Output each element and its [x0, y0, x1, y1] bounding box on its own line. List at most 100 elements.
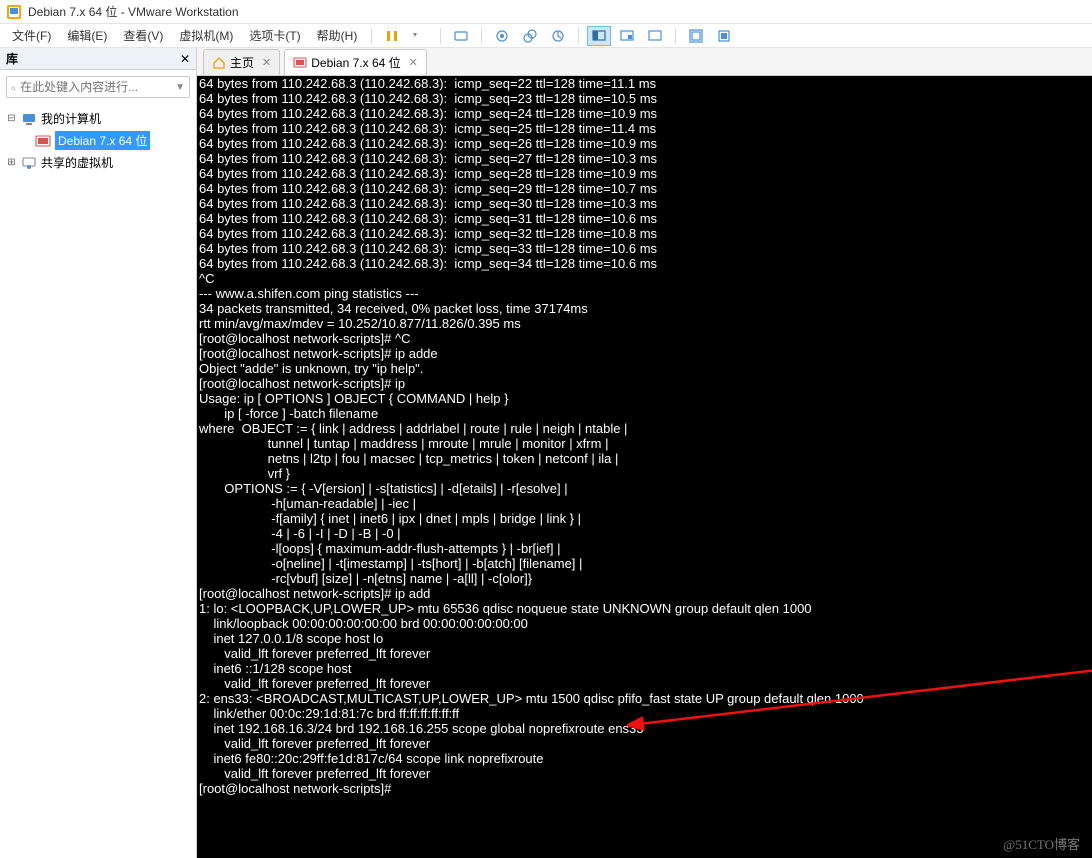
content: 主页 ✕ Debian 7.x 64 位 ✕ 64 bytes from 110…: [197, 48, 1092, 858]
separator: [371, 28, 372, 44]
menu-file[interactable]: 文件(F): [4, 25, 59, 46]
terminal-line: inet6 ::1/128 scope host: [199, 661, 1090, 676]
terminal-line: netns | l2tp | fou | macsec | tcp_metric…: [199, 451, 1090, 466]
menu-help[interactable]: 帮助(H): [309, 25, 366, 46]
vm-icon: [35, 133, 51, 149]
tree-node-debian[interactable]: Debian 7.x 64 位: [2, 129, 194, 152]
tab-close-button[interactable]: ✕: [409, 56, 418, 69]
terminal-line: valid_lft forever preferred_lft forever: [199, 646, 1090, 661]
sidebar: 库 ✕ ▼ ⊟ 我的计算机 Debian 7.x 64 位 ⊞ 共享的虚拟机: [0, 48, 197, 858]
terminal-line: 64 bytes from 110.242.68.3 (110.242.68.3…: [199, 91, 1090, 106]
menu-tabs[interactable]: 选项卡(T): [241, 25, 308, 46]
terminal-line: 64 bytes from 110.242.68.3 (110.242.68.3…: [199, 76, 1090, 91]
tab-label: 主页: [230, 54, 254, 71]
terminal-line: -o[neline] | -t[imestamp] | -ts[hort] | …: [199, 556, 1090, 571]
terminal-line: [root@localhost network-scripts]# ^C: [199, 331, 1090, 346]
terminal-line: [root@localhost network-scripts]#: [199, 781, 1090, 796]
play-dropdown[interactable]: [408, 26, 432, 46]
terminal-line: -l[oops] { maximum-addr-flush-attempts }…: [199, 541, 1090, 556]
expand-toggle[interactable]: ⊟: [6, 113, 17, 124]
sidebar-close-button[interactable]: ✕: [180, 52, 190, 66]
separator: [675, 28, 676, 44]
tab-home[interactable]: 主页 ✕: [203, 49, 280, 75]
unity-button[interactable]: [712, 26, 736, 46]
terminal-line: inet 127.0.0.1/8 scope host lo: [199, 631, 1090, 646]
terminal-line: 64 bytes from 110.242.68.3 (110.242.68.3…: [199, 211, 1090, 226]
sidebar-search[interactable]: ▼: [6, 76, 190, 98]
terminal-line: valid_lft forever preferred_lft forever: [199, 736, 1090, 751]
view-console-button[interactable]: [587, 26, 611, 46]
terminal-line: where OBJECT := { link | address | addrl…: [199, 421, 1090, 436]
terminal[interactable]: 64 bytes from 110.242.68.3 (110.242.68.3…: [197, 76, 1092, 858]
tab-label: Debian 7.x 64 位: [311, 54, 400, 71]
app-icon: [6, 4, 22, 20]
menubar: 文件(F) 编辑(E) 查看(V) 虚拟机(M) 选项卡(T) 帮助(H): [0, 24, 1092, 48]
window-title: Debian 7.x 64 位 - VMware Workstation: [28, 3, 239, 20]
menu-vm[interactable]: 虚拟机(M): [171, 25, 241, 46]
terminal-line: link/loopback 00:00:00:00:00:00 brd 00:0…: [199, 616, 1090, 631]
tab-close-button[interactable]: ✕: [262, 56, 271, 69]
terminal-line: 34 packets transmitted, 34 received, 0% …: [199, 301, 1090, 316]
terminal-line: link/ether 00:0c:29:1d:81:7c brd ff:ff:f…: [199, 706, 1090, 721]
expand-toggle[interactable]: ⊞: [6, 157, 17, 168]
terminal-line: 64 bytes from 110.242.68.3 (110.242.68.3…: [199, 136, 1090, 151]
terminal-line: Object "adde" is unknown, try "ip help".: [199, 361, 1090, 376]
separator: [440, 28, 441, 44]
terminal-line: ip [ -force ] -batch filename: [199, 406, 1090, 421]
stretch-guest-button[interactable]: [643, 26, 667, 46]
pause-button[interactable]: [380, 26, 404, 46]
send-ctrl-alt-del-button[interactable]: [449, 26, 473, 46]
tree-label: Debian 7.x 64 位: [55, 131, 150, 150]
snapshot-manager-button[interactable]: [518, 26, 542, 46]
tree-node-shared[interactable]: ⊞ 共享的虚拟机: [2, 152, 194, 173]
vm-icon: [293, 56, 307, 70]
terminal-line: valid_lft forever preferred_lft forever: [199, 766, 1090, 781]
search-icon: [11, 80, 16, 94]
terminal-line: 64 bytes from 110.242.68.3 (110.242.68.3…: [199, 121, 1090, 136]
terminal-line: 64 bytes from 110.242.68.3 (110.242.68.3…: [199, 106, 1090, 121]
tree-node-my-computer[interactable]: ⊟ 我的计算机: [2, 108, 194, 129]
terminal-line: 64 bytes from 110.242.68.3 (110.242.68.3…: [199, 226, 1090, 241]
sidebar-header: 库 ✕: [0, 48, 196, 70]
search-input[interactable]: [20, 80, 175, 94]
terminal-line: [root@localhost network-scripts]# ip add…: [199, 346, 1090, 361]
computer-icon: [21, 111, 37, 127]
terminal-line: -f[amily] { inet | inet6 | ipx | dnet | …: [199, 511, 1090, 526]
fullscreen-button[interactable]: [684, 26, 708, 46]
terminal-line: 64 bytes from 110.242.68.3 (110.242.68.3…: [199, 241, 1090, 256]
watermark: @51CTO博客: [1003, 837, 1080, 852]
sidebar-title: 库: [6, 50, 18, 67]
terminal-line: 2: ens33: <BROADCAST,MULTICAST,UP,LOWER_…: [199, 691, 1090, 706]
separator: [481, 28, 482, 44]
titlebar: Debian 7.x 64 位 - VMware Workstation: [0, 0, 1092, 24]
revert-snapshot-button[interactable]: [546, 26, 570, 46]
terminal-line: 64 bytes from 110.242.68.3 (110.242.68.3…: [199, 166, 1090, 181]
terminal-line: 1: lo: <LOOPBACK,UP,LOWER_UP> mtu 65536 …: [199, 601, 1090, 616]
menu-edit[interactable]: 编辑(E): [59, 25, 115, 46]
shared-icon: [21, 155, 37, 171]
chevron-down-icon[interactable]: ▼: [175, 82, 185, 93]
terminal-line: -h[uman-readable] | -iec |: [199, 496, 1090, 511]
terminal-line: rtt min/avg/max/mdev = 10.252/10.877/11.…: [199, 316, 1090, 331]
terminal-line: 64 bytes from 110.242.68.3 (110.242.68.3…: [199, 151, 1090, 166]
terminal-line: inet 192.168.16.3/24 brd 192.168.16.255 …: [199, 721, 1090, 736]
terminal-line: valid_lft forever preferred_lft forever: [199, 676, 1090, 691]
snapshot-button[interactable]: [490, 26, 514, 46]
terminal-line: ^C: [199, 271, 1090, 286]
view-thumbnail-button[interactable]: [615, 26, 639, 46]
terminal-line: -4 | -6 | -I | -D | -B | -0 |: [199, 526, 1090, 541]
terminal-line: Usage: ip [ OPTIONS ] OBJECT { COMMAND |…: [199, 391, 1090, 406]
menu-view[interactable]: 查看(V): [115, 25, 171, 46]
terminal-line: --- www.a.shifen.com ping statistics ---: [199, 286, 1090, 301]
vm-tree: ⊟ 我的计算机 Debian 7.x 64 位 ⊞ 共享的虚拟机: [0, 104, 196, 177]
terminal-line: 64 bytes from 110.242.68.3 (110.242.68.3…: [199, 256, 1090, 271]
tab-vm[interactable]: Debian 7.x 64 位 ✕: [284, 49, 427, 75]
terminal-line: [root@localhost network-scripts]# ip: [199, 376, 1090, 391]
terminal-line: tunnel | tuntap | maddress | mroute | mr…: [199, 436, 1090, 451]
terminal-line: [root@localhost network-scripts]# ip add: [199, 586, 1090, 601]
terminal-line: vrf }: [199, 466, 1090, 481]
main: 库 ✕ ▼ ⊟ 我的计算机 Debian 7.x 64 位 ⊞ 共享的虚拟机: [0, 48, 1092, 858]
tree-label: 我的计算机: [41, 110, 101, 127]
terminal-line: 64 bytes from 110.242.68.3 (110.242.68.3…: [199, 196, 1090, 211]
tree-label: 共享的虚拟机: [41, 154, 113, 171]
